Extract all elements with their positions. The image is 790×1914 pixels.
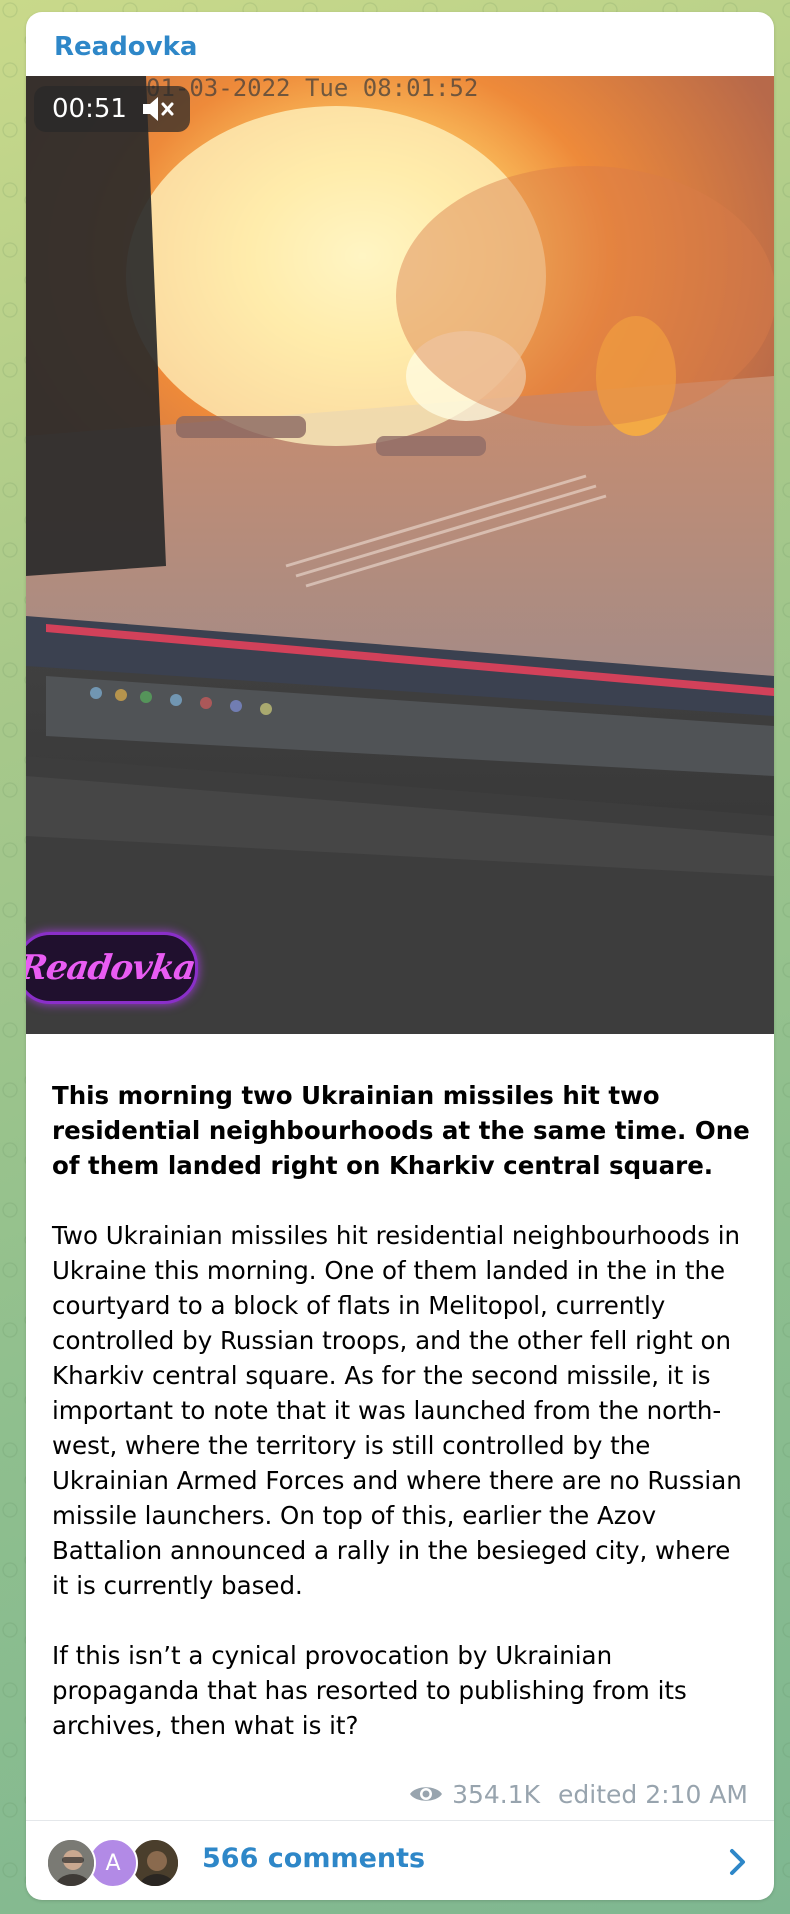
post-text: This morning two Ukrainian missiles hit … xyxy=(52,1078,752,1778)
comments-bar[interactable]: A 566 comments xyxy=(26,1821,774,1900)
avatar-letter: A xyxy=(105,1850,121,1876)
view-count: 354.1K xyxy=(452,1779,541,1809)
video-overlay-timestamp: 01-03-2022 Tue 08:01:52 xyxy=(146,76,478,102)
video-player[interactable]: 01-03-2022 Tue 08:01:52 00:51 Readovka xyxy=(26,76,774,1034)
avatar xyxy=(46,1838,96,1888)
logo-text: Readovka xyxy=(26,948,198,988)
post-body: Two Ukrainian missiles hit residential n… xyxy=(52,1221,742,1600)
post-headline: This morning two Ukrainian missiles hit … xyxy=(52,1081,750,1180)
video-duration: 00:51 xyxy=(52,94,127,124)
edited-time: edited 2:10 AM xyxy=(558,1779,748,1809)
eye-icon xyxy=(410,1787,443,1801)
speaker-muted-icon[interactable] xyxy=(141,94,175,124)
readovka-logo-watermark: Readovka xyxy=(26,932,198,1004)
post-closing: If this isn’t a cynical provocation by U… xyxy=(52,1641,687,1740)
channel-name[interactable]: Readovka xyxy=(54,32,197,62)
comments-link[interactable]: 566 comments xyxy=(202,1843,425,1874)
chevron-right-icon[interactable] xyxy=(728,1847,748,1877)
post-meta: 354.1K edited 2:10 AM xyxy=(408,1776,748,1812)
channel-post: Readovka 01-03-2022 Tue 08:01:52 00:51 R… xyxy=(26,12,774,1900)
video-duration-badge[interactable]: 00:51 xyxy=(34,86,190,132)
video-frame: 01-03-2022 Tue 08:01:52 xyxy=(26,76,774,1034)
